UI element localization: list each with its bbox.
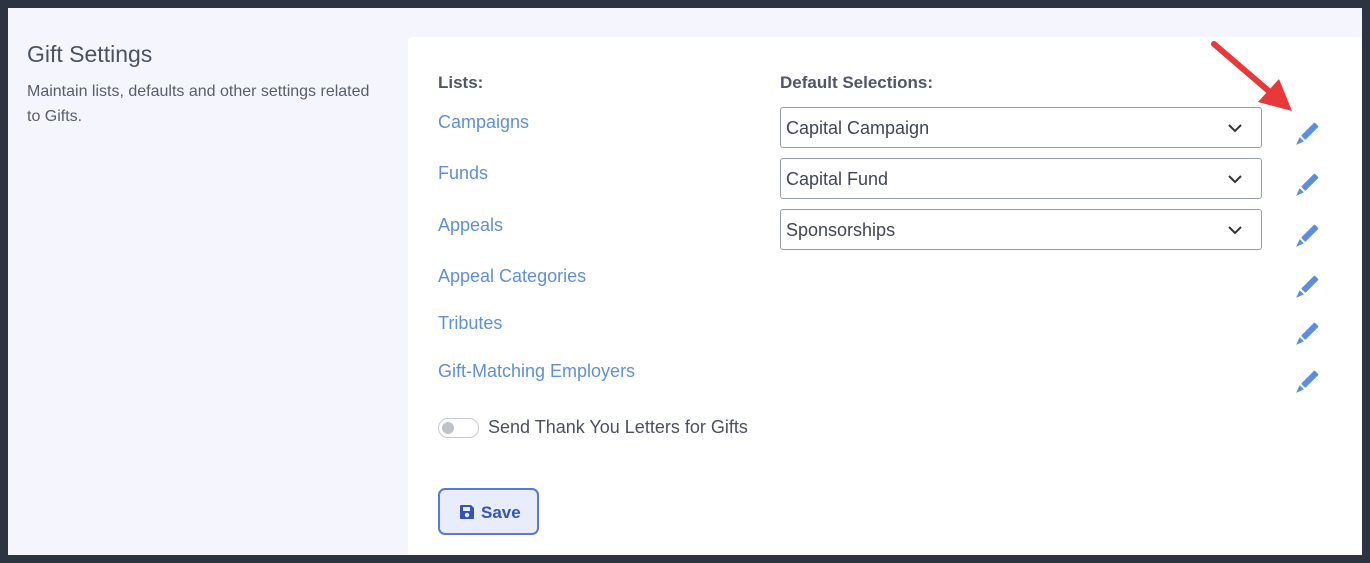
list-link-campaigns[interactable]: Campaigns (438, 112, 529, 133)
appeal-default-value: Sponsorships (786, 220, 896, 240)
chevron-down-icon (1228, 226, 1242, 235)
appeal-default-select[interactable]: Sponsorships (780, 209, 1262, 250)
lists-header: Lists: (438, 73, 484, 92)
settings-card: Lists: Default Selections: Campaigns Fun… (408, 37, 1362, 555)
chevron-down-icon (1228, 175, 1242, 184)
campaign-default-value: Capital Campaign (786, 118, 930, 138)
settings-panel: Gift Settings Maintain lists, defaults a… (8, 8, 1362, 555)
list-link-tributes[interactable]: Tributes (438, 313, 502, 334)
page-title: Gift Settings (27, 41, 153, 67)
floppy-disk-icon (460, 505, 474, 519)
edit-gift-matching-employers-pencil-icon[interactable] (1293, 370, 1319, 396)
save-button-label: Save (481, 503, 521, 522)
edit-appeal-categories-pencil-icon[interactable] (1293, 275, 1319, 301)
edit-tributes-pencil-icon[interactable] (1293, 322, 1319, 348)
toggle-knob (442, 422, 454, 434)
thank-you-letters-toggle[interactable] (438, 418, 479, 438)
save-button[interactable]: Save (438, 488, 539, 535)
edit-campaigns-pencil-icon[interactable] (1293, 122, 1319, 148)
chevron-down-icon (1228, 124, 1242, 133)
intro-section: Gift Settings Maintain lists, defaults a… (27, 39, 387, 129)
list-link-funds[interactable]: Funds (438, 163, 488, 184)
list-link-gift-matching-employers[interactable]: Gift-Matching Employers (438, 361, 635, 382)
default-selections-header: Default Selections: (780, 73, 934, 92)
fund-default-value: Capital Fund (786, 169, 889, 189)
list-link-appeals[interactable]: Appeals (438, 215, 503, 236)
page-description: Maintain lists, defaults and other setti… (27, 83, 370, 125)
fund-default-select[interactable]: Capital Fund (780, 158, 1262, 199)
edit-appeals-pencil-icon[interactable] (1293, 224, 1319, 250)
thank-you-letters-label: Send Thank You Letters for Gifts (488, 417, 748, 437)
list-link-appeal-categories[interactable]: Appeal Categories (438, 266, 586, 287)
campaign-default-select[interactable]: Capital Campaign (780, 107, 1262, 148)
edit-funds-pencil-icon[interactable] (1293, 173, 1319, 199)
